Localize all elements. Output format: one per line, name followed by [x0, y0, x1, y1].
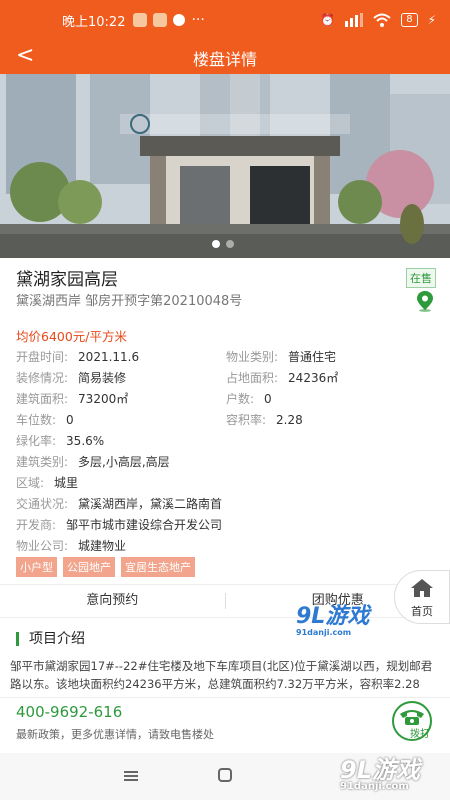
field-label: 物业类别: — [226, 350, 279, 364]
status-time: 晚上10:22 — [62, 14, 126, 30]
home-nav-icon[interactable] — [218, 767, 232, 786]
feature-tag: 宜居生态地产 — [121, 557, 195, 577]
watermark-logo: 9L游戏 91danji.com — [296, 598, 369, 637]
field-value: 普通住宅 — [288, 350, 337, 364]
field-value: 35.6% — [66, 434, 105, 448]
average-price: 均价6400元/平方米 — [16, 329, 128, 344]
carousel-dot[interactable] — [226, 240, 234, 248]
shield-icon — [173, 14, 186, 26]
watermark-domain: 91danji.com — [296, 628, 352, 637]
notification-icon — [133, 13, 148, 27]
field-green-ratio: 绿化率: 35.6% — [16, 432, 104, 449]
field-label: 开盘时间: — [16, 350, 69, 364]
field-value: 2021.11.6 — [78, 350, 140, 364]
watermark-text: 9L游戏 — [296, 604, 370, 629]
field-label: 交通状况: — [16, 497, 69, 511]
property-name: 黛湖家园高层 — [16, 270, 118, 290]
field-value: 城建物业 — [78, 539, 127, 553]
field-plot-ratio: 容积率: 2.28 — [226, 411, 303, 428]
notification-icon — [153, 13, 168, 27]
property-subtitle: 黛溪湖西岸 邹房开预字第20210048号 — [16, 294, 243, 309]
field-value: 多层,小高层,高层 — [78, 455, 170, 469]
field-households: 户数: 0 — [226, 390, 272, 407]
field-value: 城里 — [54, 476, 79, 490]
field-property-type: 物业类别: 普通住宅 — [226, 348, 336, 365]
project-intro-text: 邹平市黛湖家园17#--22#住宅楼及地下车库项目(北区)位于黛溪湖以西，规划邮… — [10, 659, 433, 691]
home-label: 首页 — [411, 605, 433, 618]
field-label: 建筑面积: — [16, 392, 69, 406]
property-image-carousel[interactable] — [0, 74, 450, 258]
sale-status-badge: 在售 — [406, 268, 436, 288]
field-label: 车位数: — [16, 413, 57, 427]
phone-number[interactable]: 400-9692-616 — [16, 703, 122, 721]
action-tabs: 意向预约 团购优惠 — [0, 584, 450, 618]
field-value: 0 — [264, 392, 272, 406]
field-label: 区域: — [16, 476, 45, 490]
hd-signal-icon — [345, 13, 364, 27]
home-icon — [411, 579, 433, 597]
carousel-indicator — [212, 240, 234, 248]
watermark-text: 9L游戏 — [340, 756, 420, 784]
field-open-date: 开盘时间: 2021.11.6 — [16, 348, 139, 365]
field-label: 户数: — [226, 392, 255, 406]
field-value: 2.28 — [276, 413, 303, 427]
field-developer: 开发商: 邹平市城市建设综合开发公司 — [16, 516, 222, 533]
call-subtitle: 最新政策，更多优惠详情，请致电售楼处 — [16, 728, 214, 741]
page-title: 楼盘详情 — [192, 50, 257, 69]
field-region: 区域: 城里 — [16, 474, 78, 491]
field-value: 24236㎡ — [288, 371, 339, 385]
field-label: 建筑类别: — [16, 455, 69, 469]
field-value: 0 — [66, 413, 74, 427]
field-label: 容积率: — [226, 413, 267, 427]
menu-icon[interactable] — [124, 767, 138, 786]
wifi-icon — [373, 13, 391, 27]
field-value: 简易装修 — [78, 371, 127, 385]
nav-bar: < 楼盘详情 — [0, 40, 450, 74]
field-decoration: 装修情况: 简易装修 — [16, 369, 126, 386]
feature-tags: 小户型 公园地产 宜居生态地产 — [16, 557, 195, 577]
charging-icon: ⚡ — [427, 13, 436, 27]
watermark-domain: 91danji.com — [340, 781, 409, 792]
feature-tag: 公园地产 — [63, 557, 115, 577]
field-label: 绿化率: — [16, 434, 57, 448]
property-photo — [0, 74, 450, 258]
tab-reserve[interactable]: 意向预约 — [0, 585, 225, 617]
feature-tag: 小户型 — [16, 557, 57, 577]
field-land-area: 占地面积: 24236㎡ — [226, 369, 338, 386]
watermark-logo-bottom: 9L游戏 91danji.com — [340, 750, 420, 792]
carousel-dot[interactable] — [212, 240, 220, 248]
field-building-area: 建筑面积: 73200㎡ — [16, 390, 128, 407]
battery-icon: 8 — [401, 13, 418, 27]
field-building-type: 建筑类别: 多层,小高层,高层 — [16, 453, 170, 470]
home-button[interactable]: 首页 — [394, 570, 450, 624]
map-location-icon[interactable] — [416, 290, 434, 312]
alarm-icon: ⏰ — [320, 13, 336, 27]
section-title: 项目介绍 — [16, 632, 85, 646]
field-label: 占地面积: — [226, 371, 279, 385]
status-bar: 晚上10:22 ··· ⏰ 8 ⚡ — [0, 0, 450, 40]
call-button-label: 拨打 — [410, 729, 430, 740]
field-parking: 车位数: 0 — [16, 411, 74, 428]
call-bar: 400-9692-616 最新政策，更多优惠详情，请致电售楼处 拨打 — [0, 697, 450, 753]
field-management: 物业公司: 城建物业 — [16, 537, 126, 554]
field-label: 开发商: — [16, 518, 57, 532]
field-traffic: 交通状况: 黛溪湖西岸，黛溪二路南首 — [16, 495, 222, 512]
field-label: 物业公司: — [16, 539, 69, 553]
field-value: 73200㎡ — [78, 392, 129, 406]
field-value: 邹平市城市建设综合开发公司 — [66, 518, 223, 532]
more-dots-icon: ··· — [191, 12, 205, 28]
field-label: 装修情况: — [16, 371, 69, 385]
field-value: 黛溪湖西岸，黛溪二路南首 — [78, 497, 223, 511]
